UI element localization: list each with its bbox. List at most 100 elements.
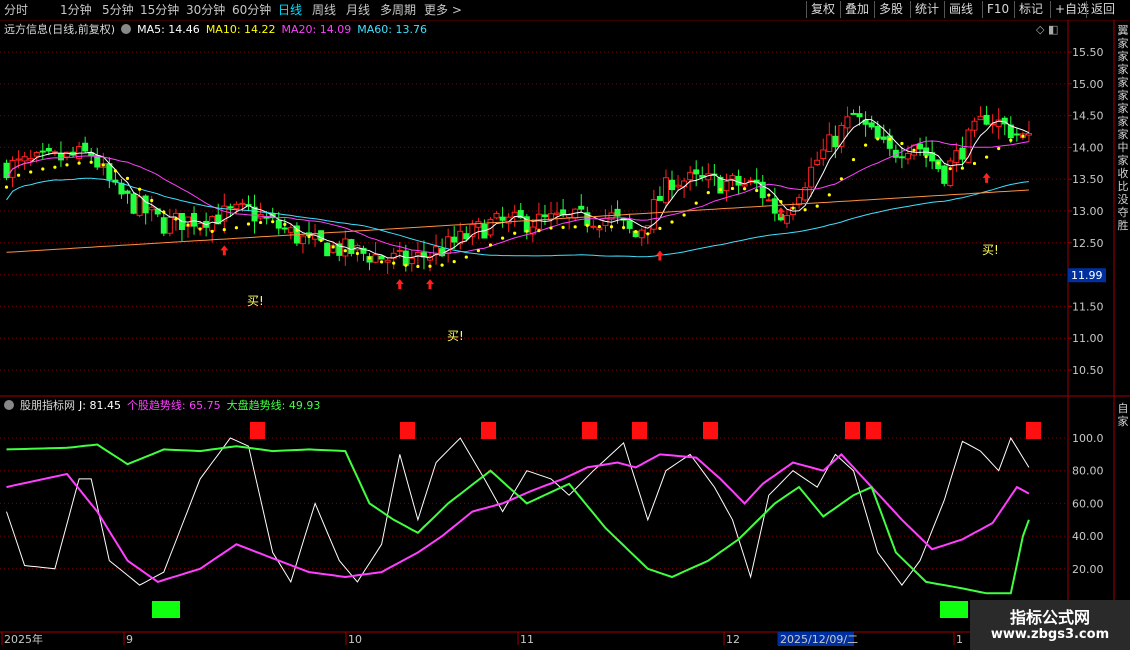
candle-body [408,257,415,265]
candle-body [493,212,500,219]
ma10-dot [670,220,674,224]
ma10-dot [573,225,577,229]
indicator-tick-label: 20.00 [1072,563,1104,576]
ma10-dot [77,161,81,165]
price-tick-label: 13.50 [1072,173,1104,186]
candle-body [45,147,52,152]
ma10-dot [271,220,275,224]
ma10-dot [948,167,952,171]
buy-arrow-icon [220,245,229,256]
candle-body [239,202,246,205]
candle-body [463,233,470,240]
buy-signal-marker [940,601,968,618]
grid-lines [0,20,1130,650]
candle-body [130,193,137,214]
x-axis-label: 1 [956,633,963,646]
ma10-dot [488,243,493,247]
side-tab-indicator[interactable]: 自家 [1116,402,1130,432]
ma10-dot [525,229,529,233]
candle-body [372,254,379,263]
ma10-dot [537,229,541,233]
candle-body [1025,133,1032,136]
ma10-dot [101,163,105,167]
candle-body [874,125,881,139]
candlesticks [3,105,1032,274]
ma10-dot [549,226,553,230]
candle-body [166,216,173,234]
candle-body [971,120,978,131]
buy-signal-label: 买! [982,243,999,257]
price-tick-label: 15.00 [1072,78,1104,91]
candle-body [227,206,234,209]
indicator-tick-label: 60.00 [1072,497,1104,510]
ma10-dot [380,260,384,264]
candle-body [898,156,905,159]
ma10-dot [150,198,154,203]
ma10-dot [839,177,844,181]
ma10-dot [900,141,904,146]
sell-signal-marker [703,422,718,439]
ma10-dot [960,166,965,170]
ma10-dot [222,228,226,232]
candle-body [348,239,355,254]
buy-arrow-icon [395,279,404,290]
buy-signal-label: 买! [447,329,464,343]
ma10-dot [1009,138,1013,142]
candle-body [287,227,294,233]
candle-body [33,152,40,157]
ma10-dot [585,223,589,227]
ma10-dot [234,226,238,230]
x-axis-label: 2025年 [4,632,43,646]
ma10-dot [65,163,69,167]
indicator-tick-label: 100.0 [1072,432,1104,445]
ma10-dot [730,186,735,191]
candle-body [681,180,688,188]
sell-signal-marker [400,422,415,439]
ma20-line [6,140,1029,255]
ma10-dot [174,217,178,221]
candle-body [475,221,482,228]
ma10-dot [367,256,372,260]
candle-body [160,217,167,234]
candle-body [384,259,391,263]
ma10-dot [706,191,710,195]
candle-body [396,249,403,252]
ma10-dot [972,161,977,166]
side-tab-main[interactable]: 翼家家家家家家家家中家收比没夺胜 [1116,24,1130,394]
candle-body [735,175,742,186]
ma10-dot [561,225,565,229]
candle-body [233,203,240,210]
candle-body [741,183,748,187]
axes: 15.5015.0014.5014.0013.5013.0012.5012.00… [1,46,1106,646]
ma10-dot [622,225,626,230]
ma10-dot [186,223,190,227]
ma10-dot [464,255,468,259]
candle-body [106,163,113,180]
ma10-dot [319,238,323,242]
sell-signal-marker [481,422,496,439]
candle-body [541,214,548,218]
candle-body [148,206,155,211]
ma10-dot [646,232,650,236]
sell-signal-marker [582,422,597,439]
kline-chart[interactable]: 买! 买! 买! 15.50 15.00 14.50 14.00 13.50 13.00 12.… [0,0,1130,650]
ma10-dot [718,187,723,192]
ma10-dot [936,161,940,165]
candle-body [414,252,421,256]
watermark-url: www.zbgs3.com [990,627,1110,642]
price-tick-label: 15.50 [1072,46,1104,59]
ma10-dot [476,249,480,253]
ma10-dot [501,236,505,240]
ma10-dot [29,170,33,174]
ma10-dot [597,225,602,229]
sell-signal-marker [250,422,265,439]
ma10-dot [283,222,287,226]
candle-body [590,225,597,228]
candle-body [39,150,46,153]
candle-body [723,181,730,192]
ma10-dot [791,206,795,210]
ma10-dot [210,229,214,233]
candle-body [535,213,542,230]
ma10-dot [815,204,819,208]
candle-body [263,216,270,219]
